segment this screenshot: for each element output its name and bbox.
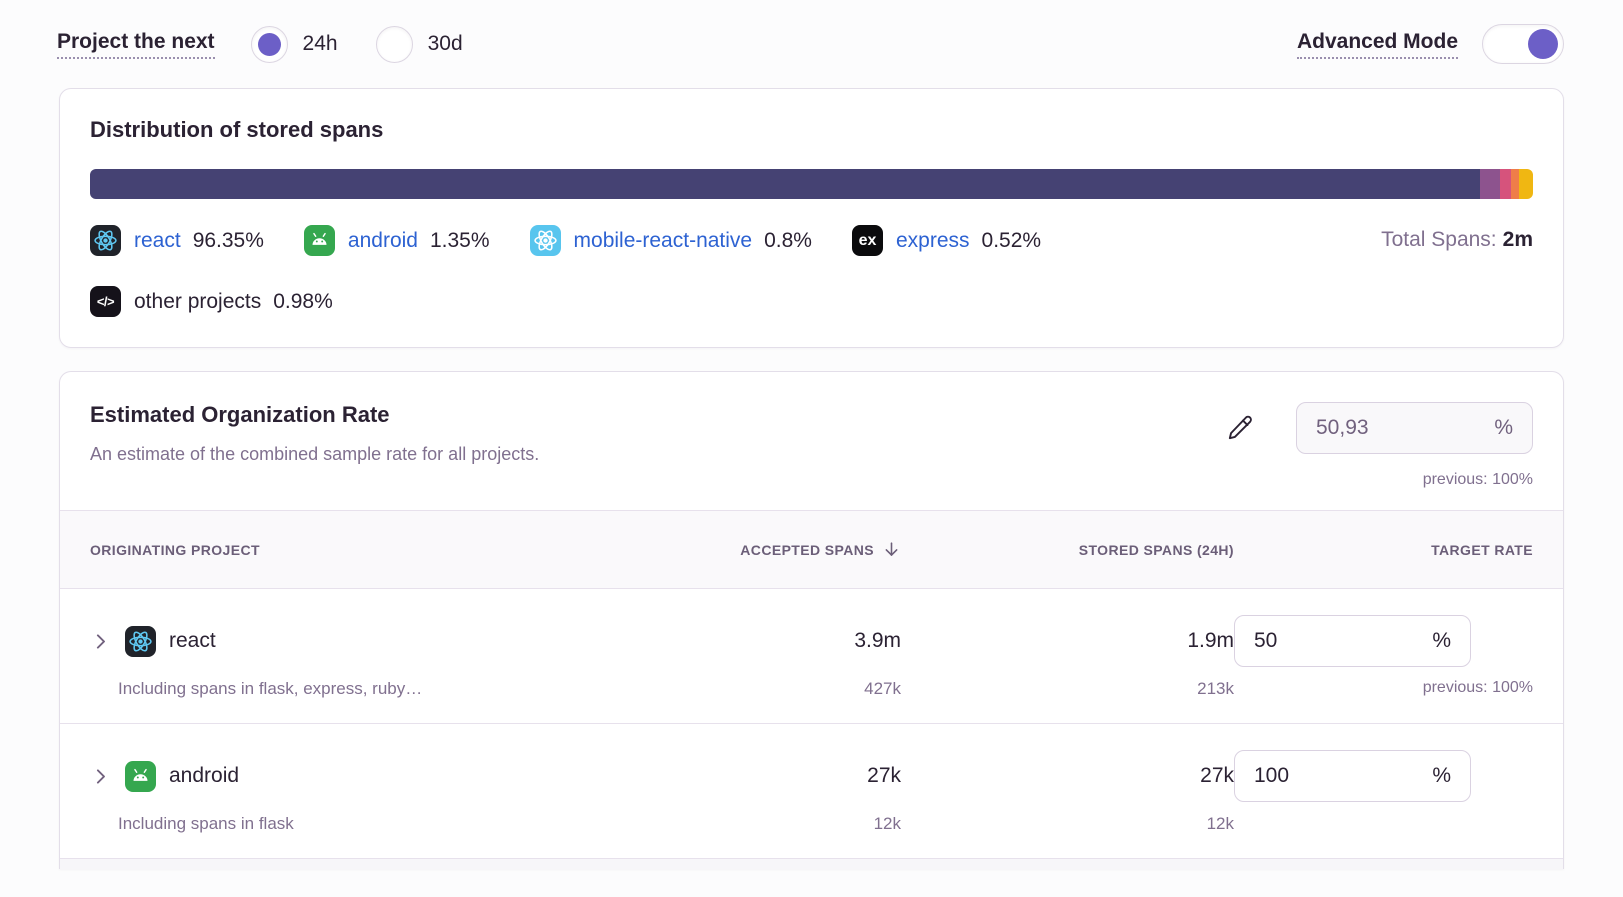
org-rate-subtitle: An estimate of the combined sample rate …	[90, 444, 539, 465]
distribution-bar	[90, 169, 1533, 199]
org-rate-title: Estimated Organization Rate	[90, 402, 539, 428]
bar-segment-other-projects	[1519, 169, 1533, 199]
distribution-title: Distribution of stored spans	[90, 117, 1533, 143]
advanced-mode-label: Advanced Mode	[1297, 30, 1458, 59]
target-rate-previous: previous: 100%	[1234, 679, 1533, 697]
radio-30d-circle[interactable]	[376, 26, 413, 63]
code-icon: </>	[90, 286, 121, 317]
target-rate-main: %	[1234, 615, 1533, 667]
next-section-strip	[60, 858, 1563, 869]
project-cell: android Including spans in flask	[90, 750, 568, 834]
edit-pencil-icon[interactable]	[1227, 414, 1254, 444]
target-rate-input-box: %	[1234, 615, 1471, 667]
bar-segment-express	[1511, 169, 1519, 199]
col-target-rate: TARGET RATE	[1234, 540, 1533, 559]
project-subtext: Including spans in flask	[90, 814, 568, 834]
accepted-spans-cell: 3.9m 427k	[568, 615, 901, 699]
legend-item-express: ex express 0.52%	[852, 225, 1041, 256]
legend-project-name[interactable]: react	[134, 229, 181, 253]
table-row-react: react Including spans in flask, express, …	[60, 589, 1563, 724]
bar-segment-android	[1480, 169, 1499, 199]
table-body: react Including spans in flask, express, …	[60, 589, 1563, 858]
stored-spans-value: 27k	[901, 750, 1234, 802]
total-spans-value: 2m	[1503, 228, 1533, 251]
legend-project-name[interactable]: mobile-react-native	[574, 229, 753, 253]
target-rate-main: %	[1234, 750, 1533, 802]
project-subtext: Including spans in flask, express, ruby…	[90, 679, 568, 699]
stored-spans-subvalue: 12k	[901, 814, 1234, 834]
stored-spans-cell: 1.9m 213k	[901, 615, 1234, 699]
org-rate-previous: previous: 100%	[1296, 471, 1533, 489]
col-originating-project: ORIGINATING PROJECT	[90, 540, 568, 559]
expand-chevron-icon[interactable]	[90, 766, 111, 787]
legend-project-name: other projects	[134, 290, 261, 314]
legend-item-android: android 1.35%	[304, 225, 490, 256]
legend-item-mobile-react-native: mobile-react-native 0.8%	[530, 225, 812, 256]
table-row-android: androidIncluding spans in flask27k12k27k…	[60, 724, 1563, 858]
stored-spans-value: 1.9m	[901, 615, 1234, 667]
project-cell: react Including spans in flask, express, …	[90, 615, 568, 699]
table-header: ORIGINATING PROJECT ACCEPTED SPANS STORE…	[60, 510, 1563, 589]
target-rate-unit: %	[1432, 764, 1451, 788]
sort-down-icon[interactable]	[882, 540, 901, 559]
accepted-spans-value: 27k	[568, 750, 901, 802]
target-rate-cell: %	[1234, 750, 1533, 834]
radio-30d-label[interactable]: 30d	[428, 32, 463, 56]
period-radio-group: 24h 30d	[251, 26, 501, 63]
target-rate-cell: % previous: 100%	[1234, 615, 1533, 699]
expand-chevron-icon[interactable]	[90, 631, 111, 652]
target-rate-input[interactable]	[1254, 629, 1394, 653]
org-rate-input[interactable]	[1316, 416, 1456, 440]
radio-option-30d[interactable]: 30d	[376, 26, 463, 63]
stored-spans-subvalue: 213k	[901, 679, 1234, 699]
radio-option-24h[interactable]: 24h	[251, 26, 338, 63]
target-rate-input-box: %	[1234, 750, 1471, 802]
advanced-mode-toggle[interactable]	[1482, 24, 1564, 64]
toolbar: Project the next 24h 30d Advanced Mode	[0, 0, 1623, 66]
total-spans-label: Total Spans:	[1381, 228, 1497, 251]
total-spans: Total Spans: 2m	[1381, 228, 1533, 252]
radio-24h-circle[interactable]	[251, 26, 288, 63]
legend-project-name[interactable]: express	[896, 229, 970, 253]
org-rate-input-box: %	[1296, 402, 1533, 454]
react-icon	[90, 225, 121, 256]
project-name: android	[169, 764, 239, 788]
radio-24h-label[interactable]: 24h	[303, 32, 338, 56]
distribution-card: Distribution of stored spans react 96.35%…	[59, 88, 1564, 348]
accepted-spans-subvalue: 427k	[568, 679, 901, 699]
target-rate-unit: %	[1432, 629, 1451, 653]
target-rate-input[interactable]	[1254, 764, 1394, 788]
legend-item-react: react 96.35%	[90, 225, 264, 256]
legend-project-pct: 0.8%	[764, 229, 812, 253]
distribution-legend: react 96.35% android 1.35% mobile-react-nati…	[90, 225, 1533, 317]
accepted-spans-cell: 27k 12k	[568, 750, 901, 834]
col-accepted-spans[interactable]: ACCEPTED SPANS	[568, 540, 901, 559]
android-icon	[304, 225, 335, 256]
project-main: android	[90, 750, 568, 802]
org-rate-unit: %	[1494, 416, 1513, 440]
bar-segment-react	[90, 169, 1480, 199]
project-main: react	[90, 615, 568, 667]
legend-project-name[interactable]: android	[348, 229, 418, 253]
legend-project-pct: 96.35%	[193, 229, 264, 253]
react-icon	[125, 626, 156, 657]
project-name: react	[169, 629, 216, 653]
legend-project-pct: 0.98%	[273, 290, 333, 314]
project-the-next-label: Project the next	[57, 30, 215, 59]
android-icon	[125, 761, 156, 792]
accepted-spans-subvalue: 12k	[568, 814, 901, 834]
legend-project-pct: 1.35%	[430, 229, 490, 253]
express-icon: ex	[852, 225, 883, 256]
accepted-spans-value: 3.9m	[568, 615, 901, 667]
stored-spans-cell: 27k 12k	[901, 750, 1234, 834]
bar-segment-mobile-react-native	[1500, 169, 1512, 199]
react-native-icon	[530, 225, 561, 256]
toggle-knob	[1528, 29, 1558, 59]
legend-project-pct: 0.52%	[982, 229, 1042, 253]
legend-item-other-projects: </> other projects 0.98%	[90, 286, 333, 317]
org-rate-card: Estimated Organization Rate An estimate …	[59, 371, 1564, 869]
col-stored-spans: STORED SPANS (24H)	[901, 540, 1234, 559]
